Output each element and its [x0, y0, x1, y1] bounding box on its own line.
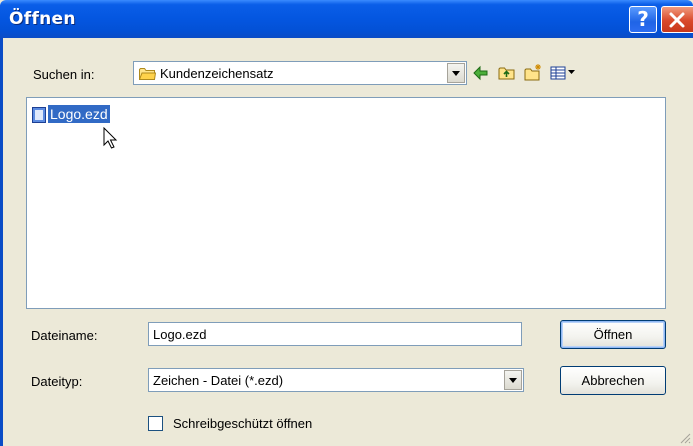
resize-grip-icon[interactable]	[679, 432, 691, 444]
filetype-value: Zeichen - Datei (*.ezd)	[153, 373, 284, 388]
filename-label: Dateiname:	[31, 328, 98, 343]
filename-value: Logo.ezd	[153, 327, 207, 342]
cancel-button[interactable]: Abbrechen	[560, 366, 666, 395]
readonly-label: Schreibgeschützt öffnen	[173, 416, 313, 431]
close-icon	[669, 12, 685, 28]
lookin-dropdown[interactable]: Kundenzeichensatz	[133, 61, 467, 85]
up-folder-icon[interactable]	[497, 63, 517, 83]
chevron-down-icon[interactable]	[504, 370, 522, 390]
window-frame-left	[0, 38, 3, 446]
file-name: Logo.ezd	[47, 104, 111, 124]
view-menu-icon[interactable]	[549, 63, 577, 83]
mouse-cursor-icon	[103, 127, 118, 149]
lookin-label: Suchen in:	[33, 67, 95, 82]
title-bar[interactable]: Öffnen ?	[0, 0, 693, 38]
lookin-value: Kundenzeichensatz	[160, 66, 274, 81]
help-button[interactable]: ?	[629, 6, 657, 33]
back-arrow-icon[interactable]	[471, 63, 491, 83]
folder-icon	[139, 68, 156, 80]
filename-field[interactable]: Logo.ezd	[148, 322, 522, 346]
new-folder-icon[interactable]	[523, 63, 543, 83]
readonly-checkbox[interactable]	[148, 416, 163, 431]
document-icon	[32, 107, 46, 123]
filetype-select[interactable]: Zeichen - Datei (*.ezd)	[148, 368, 524, 392]
window-title: Öffnen	[9, 9, 76, 29]
chevron-down-icon[interactable]	[447, 63, 465, 83]
filetype-label: Dateityp:	[31, 374, 83, 389]
close-button[interactable]	[661, 6, 693, 33]
open-button[interactable]: Öffnen	[560, 320, 666, 349]
